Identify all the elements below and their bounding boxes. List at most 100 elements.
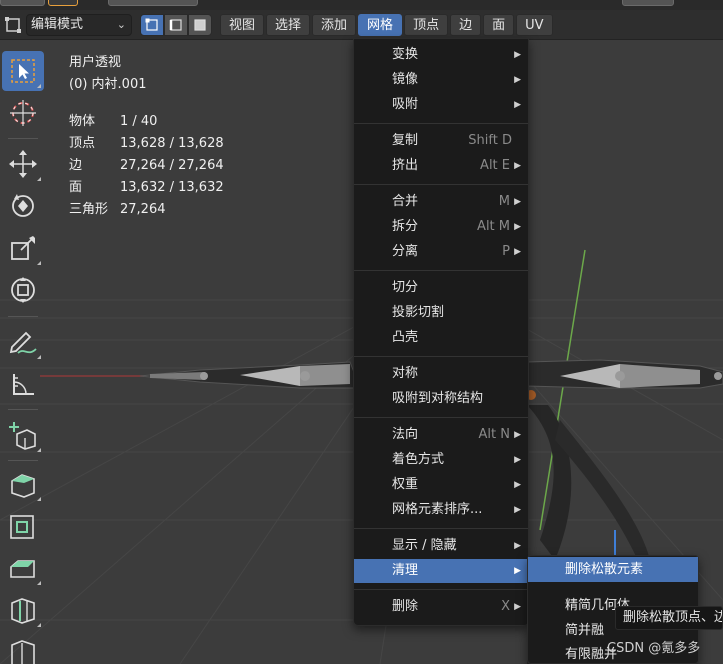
stat-label: 顶点 [69, 136, 96, 151]
menu-add[interactable]: 添加 [312, 14, 357, 36]
menu-item-normals[interactable]: 法向 Alt N ▶ [354, 423, 528, 447]
menu-item-snap-to-symmetry[interactable]: 吸附到对称结构 [354, 387, 528, 411]
annotate-pencil-icon [9, 331, 37, 354]
menu-item-shortcut: Alt M [477, 219, 510, 234]
menu-item-knife-project[interactable]: 投影切割 [354, 301, 528, 325]
menu-item-weights[interactable]: 权重 ▶ [354, 473, 528, 497]
submenu-arrow-icon: ▶ [514, 430, 521, 440]
add-cube-tool[interactable] [2, 415, 44, 455]
submenu-arrow-icon: ▶ [514, 602, 521, 612]
menu-item-label: 镜像 [392, 72, 419, 87]
menu-item-label: 切分 [392, 280, 419, 295]
add-cube-icon [9, 422, 36, 450]
knife-tool[interactable] [2, 632, 44, 664]
menu-mesh[interactable]: 网格 [358, 14, 403, 36]
stat-value: 27,264 / 27,264 [120, 158, 224, 173]
stat-edges: 边 27,264 / 27,264 [69, 156, 224, 178]
submenu-arrow-icon: ▶ [514, 161, 521, 171]
menu-item-clean-up[interactable]: 清理 ▶ [354, 559, 528, 583]
menu-item-transform[interactable]: 变换 ▶ [354, 43, 528, 67]
mode-select[interactable]: 编辑模式 ⌄ [26, 14, 132, 36]
edit-mode-icon [4, 15, 24, 35]
extrude-tool[interactable] [2, 464, 44, 504]
submenu-arrow-icon: ▶ [514, 100, 521, 110]
menu-edge[interactable]: 边 [450, 14, 482, 36]
menu-item-shortcut: M [498, 194, 510, 209]
menu-item-duplicate[interactable]: 复制 Shift D [354, 129, 528, 153]
select-box-tool[interactable] [2, 51, 44, 91]
menu-item-separate[interactable]: 分离 P ▶ [354, 240, 528, 264]
submenu-arrow-icon: ▶ [514, 222, 521, 232]
menu-view[interactable]: 视图 [220, 14, 265, 36]
menu-item-shading[interactable]: 着色方式 ▶ [354, 448, 528, 472]
menu-item-snap[interactable]: 吸附 ▶ [354, 93, 528, 117]
menu-item-delete[interactable]: 删除 X ▶ [354, 595, 528, 619]
rotate-icon [12, 194, 34, 217]
menu-item-label: 拆分 [392, 219, 419, 234]
menu-item-extrude[interactable]: 挤出 Alt E ▶ [354, 154, 528, 178]
measure-ruler-icon [13, 374, 34, 395]
blender-window: 编辑模式 ⌄ 视图 选择 添加 网格 顶点 边 面 UV 用户透视 (0) 内衬… [0, 0, 723, 664]
menu-item-split[interactable]: 拆分 Alt M ▶ [354, 215, 528, 239]
menu-item-label: 变换 [392, 47, 419, 62]
submenu-arrow-icon: ▶ [514, 50, 521, 60]
menu-item-show-hide[interactable]: 显示 / 隐藏 ▶ [354, 534, 528, 558]
scene-statistics: 物体 1 / 40 顶点 13,628 / 13,628 边 27,264 / 27,… [69, 112, 224, 222]
cursor-tool[interactable] [2, 93, 44, 133]
menu-item-label: 凸壳 [392, 330, 419, 345]
scale-icon [11, 236, 35, 260]
menu-uv[interactable]: UV [516, 14, 553, 36]
submenu-arrow-icon: ▶ [514, 541, 521, 551]
edge-select-button[interactable] [164, 14, 188, 36]
stat-value: 13,628 / 13,628 [120, 136, 224, 151]
bevel-icon [10, 560, 35, 578]
menu-item-label: 吸附到对称结构 [392, 391, 484, 406]
face-select-icon [194, 19, 206, 31]
stat-faces: 面 13,632 / 13,632 [69, 178, 224, 200]
stat-value: 13,632 / 13,632 [120, 180, 224, 195]
transform-icon [11, 277, 35, 303]
menu-item-shortcut: Alt N [478, 427, 510, 442]
rotate-tool[interactable] [2, 186, 44, 226]
menu-item-convex-hull[interactable]: 凸壳 [354, 326, 528, 350]
menu-item-shortcut: Shift D [468, 133, 512, 148]
menu-item-symmetrize[interactable]: 对称 [354, 362, 528, 386]
measure-tool[interactable] [2, 364, 44, 404]
move-tool[interactable] [2, 144, 44, 184]
header-menus: 视图 选择 添加 网格 顶点 边 面 UV [220, 14, 555, 36]
tooltip: 删除松散顶点、边 [615, 606, 723, 630]
bevel-tool[interactable] [2, 548, 44, 588]
submenu-arrow-icon: ▶ [514, 197, 521, 207]
menu-item-shortcut: Alt E [480, 158, 510, 173]
menu-item-mirror[interactable]: 镜像 ▶ [354, 68, 528, 92]
vertex-select-icon [145, 18, 158, 31]
loop-cut-tool[interactable] [2, 590, 44, 630]
knife-icon [11, 640, 35, 664]
transform-tool[interactable] [2, 270, 44, 310]
stat-vertices: 顶点 13,628 / 13,628 [69, 134, 224, 156]
submenu-item-delete-loose[interactable]: 删除松散元素 [528, 557, 698, 582]
vertex-select-button[interactable] [140, 14, 164, 36]
menu-item-sort-elements[interactable]: 网格元素排序... ▶ [354, 498, 528, 522]
stat-label: 三角形 [69, 202, 109, 217]
menu-face[interactable]: 面 [483, 14, 515, 36]
viewport-header: 编辑模式 ⌄ 视图 选择 添加 网格 顶点 边 面 UV [0, 10, 723, 40]
inset-tool[interactable] [2, 506, 44, 546]
menu-item-label: 清理 [392, 563, 419, 578]
inset-faces-icon [10, 515, 34, 539]
menu-item-label: 法向 [392, 427, 419, 442]
menu-item-merge[interactable]: 合并 M ▶ [354, 190, 528, 214]
scale-tool[interactable] [2, 228, 44, 268]
tool-shelf [0, 50, 46, 664]
menu-vertex[interactable]: 顶点 [404, 14, 449, 36]
menu-select[interactable]: 选择 [266, 14, 311, 36]
menu-item-bisect[interactable]: 切分 [354, 276, 528, 300]
submenu-arrow-icon: ▶ [514, 480, 521, 490]
3d-cursor-icon [10, 100, 36, 126]
face-select-button[interactable] [188, 14, 212, 36]
stat-label: 面 [69, 180, 83, 195]
menu-item-label: 显示 / 隐藏 [392, 538, 457, 553]
menu-item-shortcut: X [501, 599, 510, 614]
menu-item-shortcut: P [502, 244, 510, 259]
annotate-tool[interactable] [2, 322, 44, 362]
